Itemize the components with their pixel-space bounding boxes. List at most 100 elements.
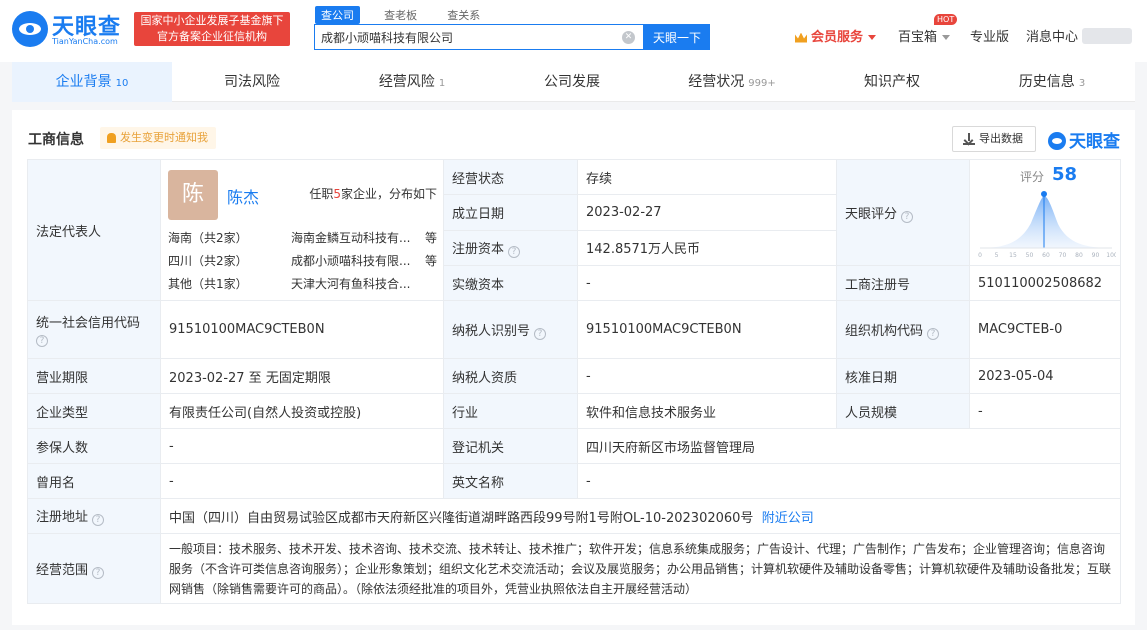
clear-icon[interactable]: ✕ xyxy=(622,31,635,44)
section-title: 工商信息 xyxy=(28,132,84,148)
orgcode-value: MAC9CTEB-0 xyxy=(969,300,1121,359)
eye-logo-icon xyxy=(12,11,48,47)
tab-business-status[interactable]: 经营状况 999+ xyxy=(652,62,812,102)
change-notify-button[interactable]: 发生变更时通知我 xyxy=(100,127,216,149)
address-value: 中国（四川）自由贸易试验区成都市天府新区兴隆街道湖畔路西段99号附1号附OL-1… xyxy=(169,510,754,526)
authority-label: 登记机关 xyxy=(443,428,578,464)
legal-rep-cell: 陈 陈杰 任职5家企业，分布如下 海南（共2家） 海南金鳞互动科技有... 等 … xyxy=(160,159,444,301)
nearby-companies-link[interactable]: 附近公司 xyxy=(762,511,814,526)
search-tab-relation[interactable]: 查关系 xyxy=(441,6,486,24)
term-label: 营业期限 xyxy=(27,358,161,394)
crown-icon xyxy=(795,32,807,43)
insured-value: - xyxy=(160,428,444,464)
help-icon[interactable]: ? xyxy=(901,210,914,223)
gov-badge[interactable]: 国家中小企业发展子基金旗下 官方备案企业征信机构 xyxy=(134,12,290,46)
category-tabs: 企业背景 10 司法风险 经营风险 1 公司发展 经营状况 999+ 知识产权 历史信… xyxy=(12,62,1135,102)
score-marker-dot xyxy=(1041,191,1047,197)
founded-label: 成立日期 xyxy=(443,194,578,231)
formername-value: - xyxy=(160,463,444,499)
tab-intellectual-property[interactable]: 知识产权 xyxy=(812,62,972,102)
pro-version-link[interactable]: 专业版 xyxy=(970,26,1009,45)
tab-label: 历史信息 xyxy=(1018,74,1075,90)
hot-badge: HOT xyxy=(934,14,958,25)
region-company[interactable]: 海南金鳞互动科技有... xyxy=(291,229,411,246)
export-data-button[interactable]: 导出数据 xyxy=(952,126,1036,152)
logo-subtext: TianYanCha.com xyxy=(52,37,118,46)
score-curve xyxy=(980,196,1112,248)
help-icon[interactable]: ? xyxy=(927,327,940,340)
region-hainan: 海南（共2家） xyxy=(168,231,248,245)
english-value: - xyxy=(577,463,1121,499)
user-avatar[interactable] xyxy=(1082,28,1132,44)
paid-label: 实缴资本 xyxy=(443,265,578,301)
orgcode-label: 组织机构代码 xyxy=(845,323,924,339)
table-row: 法定代表人 陈 陈杰 任职5家企业，分布如下 海南（共2家） 海南金鳞互动科技有… xyxy=(27,158,1121,301)
orgcode-label-cell: 组织机构代码? xyxy=(836,300,970,359)
score-axis-tick: 15 xyxy=(1009,252,1017,259)
region-more[interactable]: 等 xyxy=(425,229,437,246)
search-tabs: 查公司 查老板 查关系 xyxy=(315,6,500,24)
tab-history[interactable]: 历史信息 3 xyxy=(972,62,1132,102)
help-icon[interactable]: ? xyxy=(508,245,521,258)
download-icon xyxy=(963,133,975,145)
english-label: 英文名称 xyxy=(443,463,578,499)
tab-company-development[interactable]: 公司发展 xyxy=(492,62,652,102)
score-distribution-chart: 0 5 15 50 60 70 80 90 100 xyxy=(978,191,1116,259)
address-cell: 中国（四川）自由贸易试验区成都市天府新区兴隆街道湖畔路西段99号附1号附OL-1… xyxy=(160,498,1121,534)
brand-watermark: 天眼查 xyxy=(1048,127,1120,152)
help-icon[interactable]: ? xyxy=(92,566,105,579)
taxid-label-cell: 纳税人识别号? xyxy=(443,300,578,359)
staff-value: - xyxy=(969,393,1121,429)
brand-text: 天眼查 xyxy=(1069,132,1120,152)
business-info-panel: 工商信息 发生变更时通知我 导出数据 天眼查 法定代表人 陈 陈杰 任职5家企业… xyxy=(12,110,1135,625)
bell-icon xyxy=(107,133,116,143)
search-tab-boss[interactable]: 查老板 xyxy=(378,6,423,24)
score-axis-tick: 70 xyxy=(1059,252,1067,259)
status-value: 存续 xyxy=(577,158,837,196)
taxid-value: 91510100MAC9CTEB0N xyxy=(577,300,837,359)
legal-rep-summary: 任职5家企业，分布如下 xyxy=(309,185,437,202)
regno-label: 工商注册号 xyxy=(836,265,970,301)
authority-value: 四川天府新区市场监督管理局 xyxy=(577,428,1121,464)
tab-company-background[interactable]: 企业背景 10 xyxy=(12,62,172,102)
search-button[interactable]: 天眼一下 xyxy=(644,24,710,50)
score-axis-tick: 100 xyxy=(1106,252,1116,259)
summary-count[interactable]: 5 xyxy=(333,187,341,201)
table-row: 曾用名 - 英文名称 - xyxy=(27,463,1121,499)
baobao-label: 百宝箱 xyxy=(898,30,938,45)
baobao-menu[interactable]: 百宝箱 xyxy=(898,26,951,45)
formername-label: 曾用名 xyxy=(27,463,161,499)
region-company[interactable]: 成都小顽喵科技有限... xyxy=(291,252,411,269)
scope-label-cell: 经营范围? xyxy=(27,533,161,604)
legal-rep-avatar[interactable]: 陈 xyxy=(168,170,218,220)
industry-label: 行业 xyxy=(443,393,578,429)
help-icon[interactable]: ? xyxy=(36,335,48,347)
insured-label: 参保人数 xyxy=(27,428,161,464)
legal-rep-name[interactable]: 陈杰 xyxy=(227,184,259,208)
credit-label: 统一社会信用代码 xyxy=(36,316,141,331)
region-other: 其他（共1家） xyxy=(168,277,248,291)
search-tab-company[interactable]: 查公司 xyxy=(315,6,360,24)
table-row: 参保人数 - 登记机关 四川天府新区市场监督管理局 xyxy=(27,428,1121,464)
tab-operating-risk[interactable]: 经营风险 1 xyxy=(332,62,492,102)
tab-count: 10 xyxy=(115,78,129,89)
tab-label: 经营状况 xyxy=(688,74,745,90)
region-company[interactable]: 天津大河有鱼科技合... xyxy=(291,275,411,292)
score-value: 58 xyxy=(1052,164,1078,185)
table-row: 注册地址? 中国（四川）自由贸易试验区成都市天府新区兴隆街道湖畔路西段99号附1… xyxy=(27,498,1121,534)
help-icon[interactable]: ? xyxy=(92,514,105,526)
scope-value: 一般项目：技术服务、技术开发、技术咨询、技术交流、技术转让、技术推广；软件开发；… xyxy=(160,533,1121,604)
score-axis-labels: 0 5 15 50 60 70 80 90 100 xyxy=(978,252,1116,259)
credit-value: 91510100MAC9CTEB0N xyxy=(160,300,444,359)
tab-label: 经营风险 xyxy=(378,74,435,90)
score-axis-tick: 5 xyxy=(995,252,999,259)
business-info-table: 法定代表人 陈 陈杰 任职5家企业，分布如下 海南（共2家） 海南金鳞互动科技有… xyxy=(27,158,1121,604)
search-input[interactable] xyxy=(315,25,615,49)
region-more[interactable]: 等 xyxy=(425,252,437,269)
tab-judicial-risk[interactable]: 司法风险 xyxy=(172,62,332,102)
message-center-link[interactable]: 消息中心 xyxy=(1026,26,1078,45)
address-label: 注册地址 xyxy=(36,510,89,525)
site-logo[interactable]: 天眼查 TianYanCha.com xyxy=(12,9,132,49)
vip-service-menu[interactable]: 会员服务 xyxy=(795,26,877,45)
help-icon[interactable]: ? xyxy=(534,327,547,340)
